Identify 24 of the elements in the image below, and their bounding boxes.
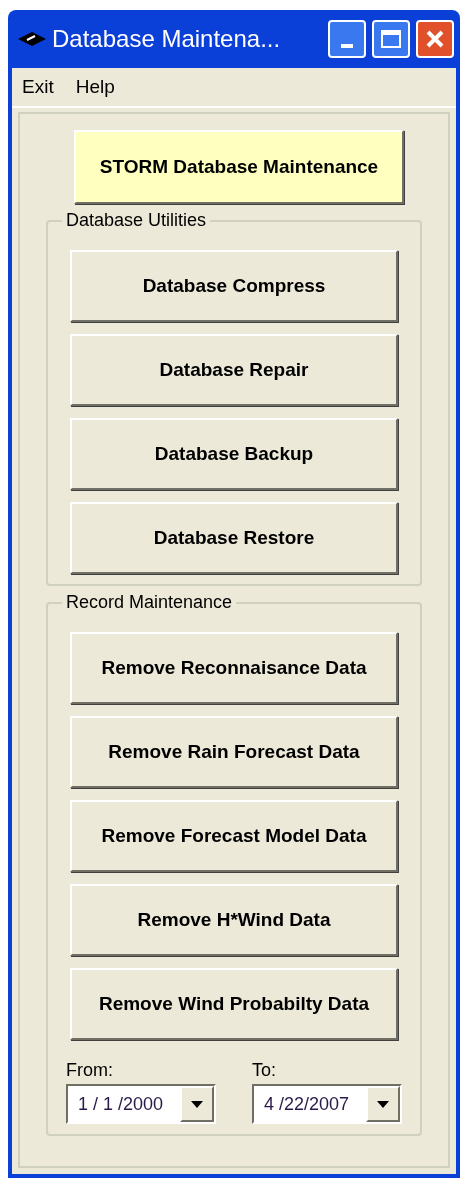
date-label: To: <box>252 1059 277 1082</box>
close-icon <box>425 29 445 49</box>
action-button[interactable]: Database Backup <box>70 418 398 490</box>
maximize-button[interactable] <box>372 20 410 58</box>
action-button[interactable]: Remove Rain Forecast Data <box>70 716 398 788</box>
action-button[interactable]: Remove H*Wind Data <box>70 884 398 956</box>
action-button[interactable]: Remove Reconnaisance Data <box>70 632 398 704</box>
action-button[interactable]: Database Compress <box>70 250 398 322</box>
minimize-button[interactable] <box>328 20 366 58</box>
action-button[interactable]: Database Restore <box>70 502 398 574</box>
action-button[interactable]: Remove Wind Probabilty Data <box>70 968 398 1040</box>
action-button[interactable]: Remove Forecast Model Data <box>70 800 398 872</box>
date-value: 4 /22/2007 <box>263 1092 351 1116</box>
action-button[interactable]: Database Repair <box>70 334 398 406</box>
date-picker[interactable]: 1 / 1 /2000 <box>66 1084 216 1124</box>
menu-item[interactable]: Exit <box>22 72 54 102</box>
menu-item[interactable]: Help <box>75 72 115 102</box>
title-button[interactable]: STORM Database Maintenance <box>74 130 404 204</box>
date-label: From: <box>66 1059 114 1082</box>
date-picker[interactable]: 4 /22/2007 <box>252 1084 402 1124</box>
close-button[interactable] <box>416 20 454 58</box>
app-icon <box>18 32 46 46</box>
window-title: Database Maintena... <box>52 24 282 54</box>
date-value: 1 / 1 /2000 <box>77 1092 165 1116</box>
